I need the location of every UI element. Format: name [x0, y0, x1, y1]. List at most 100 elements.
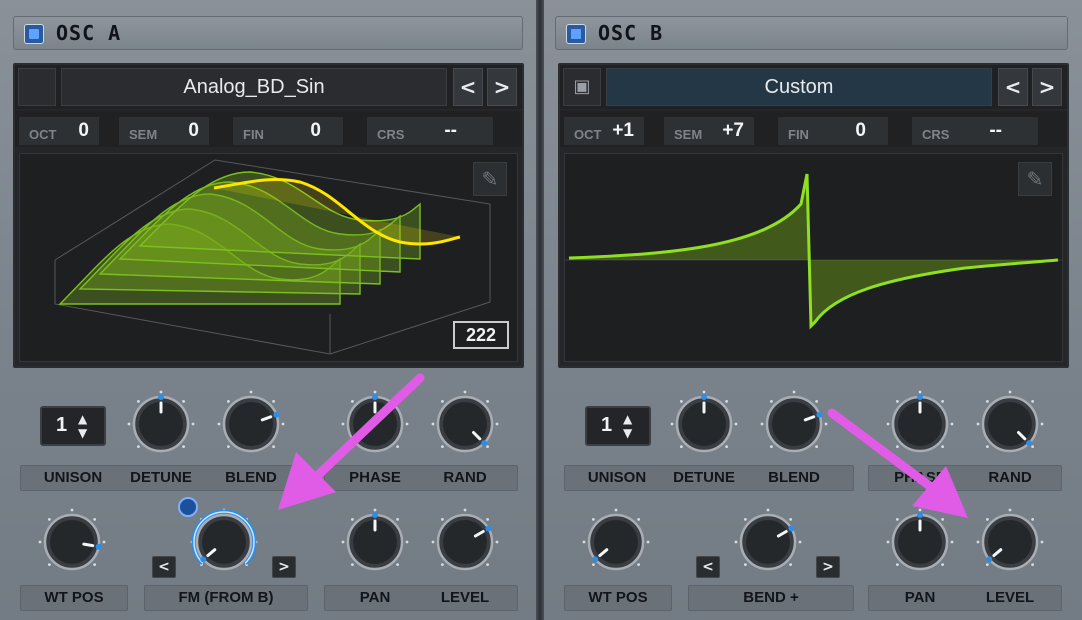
osc-a-wt-pos-knob[interactable]	[38, 508, 106, 576]
stepper-arrows-icon[interactable]: ▲ ▼	[78, 412, 87, 440]
osc-a-pitch-row: OCT 0 SEM 0 FIN 0 CRS --	[15, 111, 522, 147]
osc-b-level-knob[interactable]	[976, 508, 1044, 576]
knob-graphic	[38, 508, 106, 571]
sem-value: 0	[188, 120, 199, 141]
phase-label: PHASE	[894, 469, 946, 486]
osc-b-edit-icon[interactable]: ✎	[1018, 162, 1052, 196]
fin-label: FIN	[243, 127, 264, 142]
osc-b-fin-field[interactable]: FIN 0	[778, 117, 888, 145]
osc-b-panel: OSC B ▣ Custom < > OCT +1 SEM +7 FIN 0 C…	[544, 0, 1082, 620]
knob-graphic	[582, 508, 650, 571]
knob-graphic	[886, 508, 954, 571]
osc-a-display: Analog_BD_Sin < > OCT 0 SEM 0 FIN 0 CRS …	[13, 63, 524, 368]
osc-a-unison-stepper[interactable]: 1 ▲ ▼	[40, 406, 106, 446]
knob-graphic	[341, 508, 409, 571]
fm-label: FM (FROM B)	[178, 589, 274, 606]
crs-label: CRS	[922, 127, 950, 142]
knob-graphic	[431, 390, 499, 453]
osc-a-crs-field[interactable]: CRS --	[367, 117, 493, 145]
osc-a-wavetable-view[interactable]: ✎ 222	[19, 153, 518, 362]
pan-label: PAN	[904, 589, 936, 606]
knob-graphic	[760, 390, 828, 453]
knob-graphic	[976, 508, 1044, 571]
osc-b-next-wavetable-button[interactable]: >	[1032, 68, 1062, 106]
level-label: LEVEL	[440, 589, 490, 606]
pan-label: PAN	[359, 589, 391, 606]
knob-graphic	[670, 390, 738, 453]
wt-pos-label: WT POS	[588, 589, 648, 606]
osc-b-unison-value: 1	[601, 414, 613, 436]
osc-b-waveform	[565, 173, 1062, 330]
osc-a-blend-knob[interactable]	[217, 390, 285, 458]
knob-graphic	[976, 390, 1044, 453]
crs-value: --	[444, 120, 457, 141]
osc-b-unison-stepper[interactable]: 1 ▲ ▼	[585, 406, 651, 446]
osc-b-namebar: ▣ Custom < >	[560, 65, 1067, 109]
oct-label: OCT	[574, 127, 602, 142]
detune-label: DETUNE	[130, 469, 192, 486]
bend-label: BEND +	[743, 589, 799, 606]
blend-label: BLEND	[768, 469, 820, 486]
osc-b-pan-knob[interactable]	[886, 508, 954, 576]
level-label: LEVEL	[985, 589, 1035, 606]
osc-b-detune-knob[interactable]	[670, 390, 738, 458]
osc-a-power-toggle[interactable]	[24, 24, 44, 44]
osc-a-detune-knob[interactable]	[127, 390, 195, 458]
osc-a-prev-wavetable-button[interactable]: <	[453, 68, 483, 106]
osc-a-wavetable-name[interactable]: Analog_BD_Sin	[61, 68, 447, 106]
detune-label: DETUNE	[673, 469, 735, 486]
osc-b-blend-knob[interactable]	[760, 390, 828, 458]
osc-b-crs-field[interactable]: CRS --	[912, 117, 1038, 145]
osc-b-rand-knob[interactable]	[976, 390, 1044, 458]
osc-b-bend-prev-button[interactable]: <	[696, 556, 720, 578]
knob-graphic	[190, 508, 258, 571]
crs-value: --	[989, 120, 1002, 141]
rand-label: RAND	[988, 469, 1032, 486]
unison-label: UNISON	[43, 469, 103, 486]
osc-a-header: OSC A	[13, 16, 523, 50]
fin-value: 0	[855, 120, 866, 141]
sem-label: SEM	[674, 127, 703, 142]
osc-b-wt-pos-knob[interactable]	[582, 508, 650, 576]
osc-a-rand-knob[interactable]	[431, 390, 499, 458]
osc-a-title: OSC A	[56, 21, 122, 45]
osc-a-oct-field[interactable]: OCT 0	[19, 117, 99, 145]
osc-b-bend-knob[interactable]	[734, 508, 802, 576]
stepper-arrows-icon[interactable]: ▲ ▼	[623, 412, 632, 440]
osc-a-next-wavetable-button[interactable]: >	[487, 68, 517, 106]
osc-b-wavetable-view[interactable]: ✎	[564, 153, 1063, 362]
knob-graphic	[734, 508, 802, 571]
fin-label: FIN	[788, 127, 809, 142]
sem-value: +7	[722, 120, 744, 141]
save-icon[interactable]: ▣	[563, 68, 601, 106]
osc-b-power-toggle[interactable]	[566, 24, 586, 44]
osc-a-unison-value: 1	[56, 414, 68, 436]
osc-b-prev-wavetable-button[interactable]: <	[998, 68, 1028, 106]
knob-graphic	[217, 390, 285, 453]
osc-a-edit-icon[interactable]: ✎	[473, 162, 507, 196]
osc-a-slot[interactable]	[18, 68, 56, 106]
osc-a-sem-field[interactable]: SEM 0	[119, 117, 209, 145]
osc-a-fm-knob[interactable]	[190, 508, 258, 576]
osc-b-bend-next-button[interactable]: >	[816, 556, 840, 578]
osc-b-sem-field[interactable]: SEM +7	[664, 117, 754, 145]
osc-a-panel: OSC A Analog_BD_Sin < > OCT 0 SEM 0 FIN …	[0, 0, 536, 620]
crs-label: CRS	[377, 127, 405, 142]
oct-value: 0	[78, 120, 89, 141]
oct-value: +1	[612, 120, 634, 141]
osc-a-phase-knob[interactable]	[341, 390, 409, 458]
knob-graphic	[341, 390, 409, 453]
osc-b-oct-field[interactable]: OCT +1	[564, 117, 644, 145]
osc-a-fm-prev-button[interactable]: <	[152, 556, 176, 578]
osc-b-phase-knob[interactable]	[886, 390, 954, 458]
osc-a-pan-knob[interactable]	[341, 508, 409, 576]
osc-a-fm-next-button[interactable]: >	[272, 556, 296, 578]
osc-a-level-knob[interactable]	[431, 508, 499, 576]
osc-a-fm-mod-icon[interactable]	[178, 497, 198, 517]
osc-a-3d-wavetable	[54, 159, 491, 355]
panel-divider	[536, 0, 544, 620]
unison-label: UNISON	[587, 469, 647, 486]
osc-b-wavetable-name[interactable]: Custom	[606, 68, 992, 106]
osc-a-fin-field[interactable]: FIN 0	[233, 117, 343, 145]
knob-graphic	[127, 390, 195, 453]
